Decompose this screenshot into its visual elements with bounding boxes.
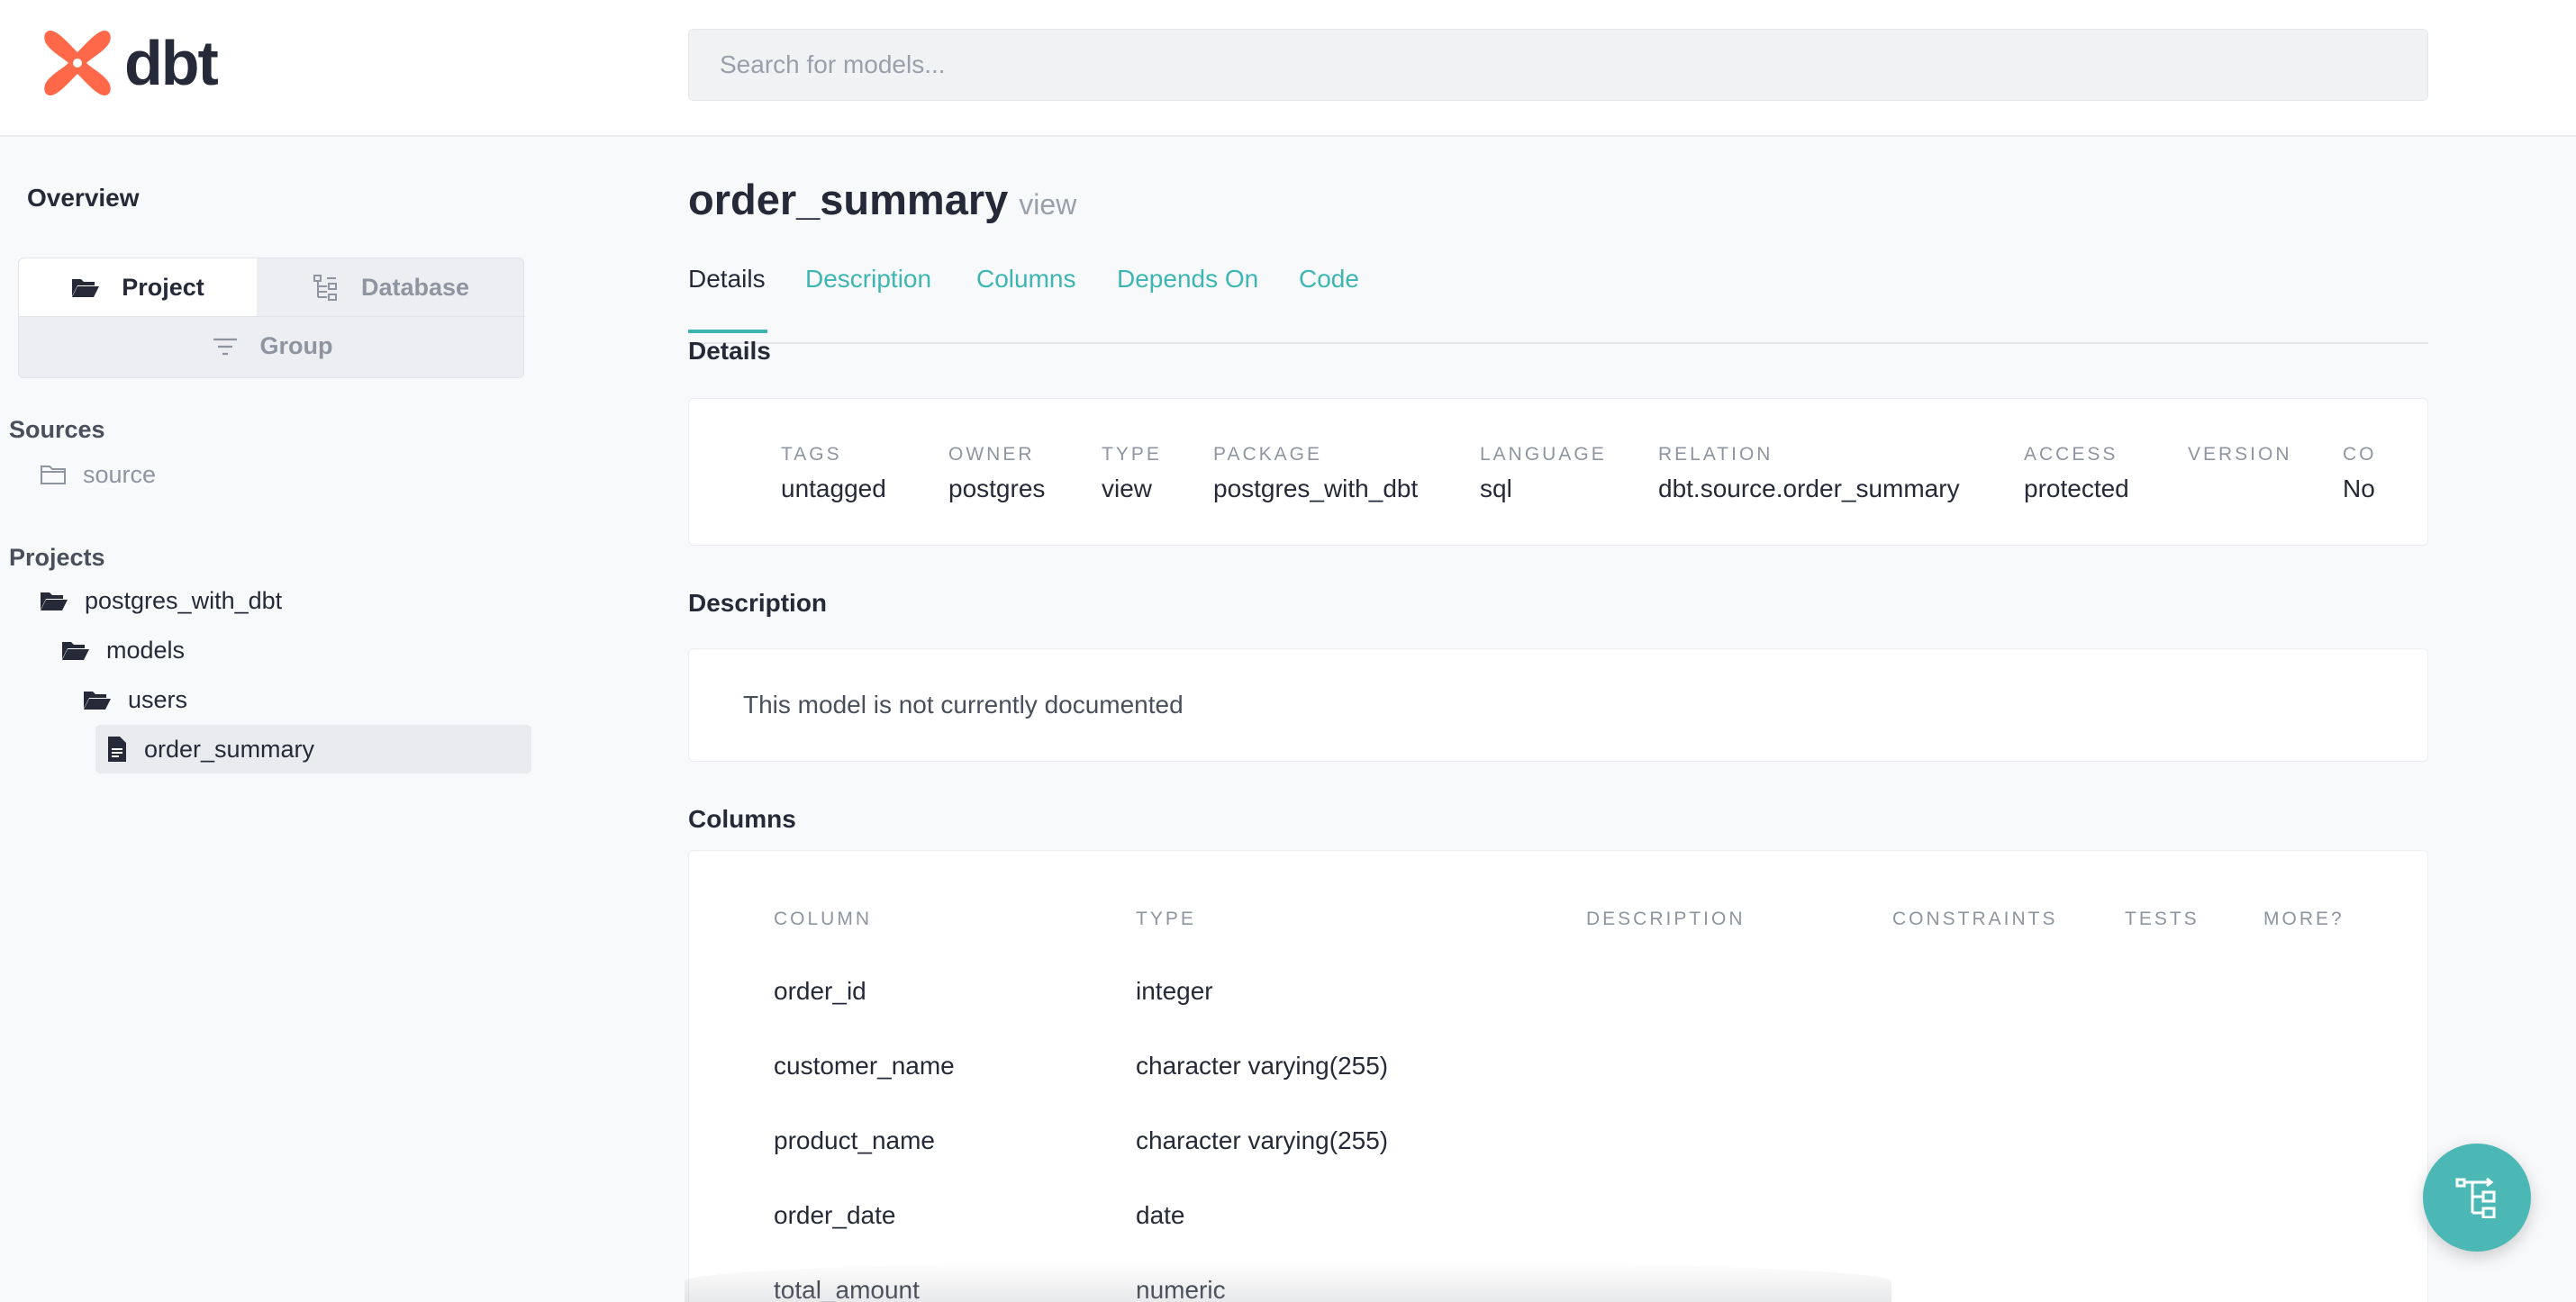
column-type: date (1136, 1201, 1185, 1229)
column-type: character varying(255) (1136, 1126, 1389, 1154)
type-label: TYPE (1102, 444, 1162, 465)
column-name: product_name (774, 1126, 936, 1154)
filter-lines-icon (213, 338, 237, 355)
package-label: PACKAGE (1213, 444, 1322, 465)
tab-code[interactable]: Code (1299, 265, 1359, 294)
tab-database[interactable]: Database (257, 258, 525, 316)
view-switcher: Project Database Group (18, 258, 525, 378)
column-header-constraints: CONSTRAINTS (1892, 909, 2058, 929)
top-header: dbt (0, 0, 2576, 137)
file-icon (108, 737, 126, 762)
tab-description[interactable]: Description (805, 265, 931, 294)
contract-value: No (2343, 475, 2375, 502)
column-name: order_date (774, 1201, 896, 1229)
details-heading: Details (688, 337, 771, 365)
version-label: VERSION (2188, 444, 2292, 465)
search-input[interactable] (688, 29, 2428, 101)
tab-details[interactable]: Details (688, 265, 766, 294)
tab-columns[interactable]: Columns (976, 265, 1075, 294)
dbt-logo[interactable]: dbt (41, 27, 219, 99)
database-tree-icon (313, 275, 337, 301)
relation-value: dbt.source.order_summary (1658, 475, 1960, 502)
projects-section-label: Projects (9, 544, 105, 571)
tab-database-label: Database (360, 273, 470, 301)
tags-label: TAGS (781, 444, 842, 465)
tree-item-source[interactable]: source (40, 450, 156, 499)
language-label: LANGUAGE (1480, 444, 1607, 465)
column-type: character varying(255) (1136, 1052, 1389, 1080)
lineage-graph-icon (2455, 1177, 2496, 1218)
language-value: sql (1480, 475, 1512, 502)
section-tabs (688, 263, 2428, 344)
tags-value: untagged (781, 475, 886, 502)
folder-open-icon (62, 642, 89, 660)
model-materialization: view (1019, 188, 1077, 221)
column-name: order_id (774, 977, 866, 1005)
active-tab-indicator (688, 330, 767, 333)
column-header-tests: TESTS (2125, 909, 2200, 929)
description-text: This model is not currently documented (743, 691, 1184, 719)
access-label: ACCESS (2024, 444, 2118, 465)
column-header-type: TYPE (1136, 909, 1196, 929)
description-card: This model is not currently documented (688, 648, 2428, 762)
owner-label: OWNER (948, 444, 1035, 465)
columns-card: COLUMN TYPE DESCRIPTION CONSTRAINTS TEST… (688, 850, 2428, 1302)
tab-group-label: Group (259, 332, 333, 359)
tree-item-postgres-with-dbt[interactable]: postgres_with_dbt (40, 576, 282, 625)
tab-depends-on[interactable]: Depends On (1117, 265, 1258, 294)
tree-item-label: source (83, 460, 157, 488)
tab-project[interactable]: Project (19, 258, 257, 316)
column-header-more: MORE? (2263, 909, 2345, 929)
page-title: order_summary (688, 176, 1009, 223)
description-heading: Description (688, 589, 828, 617)
package-value: postgres_with_dbt (1213, 475, 1419, 502)
tab-group[interactable]: Group (19, 316, 525, 375)
tree-item-label: postgres_with_dbt (85, 586, 283, 614)
sidebar-overview-link[interactable]: Overview (27, 184, 140, 212)
sidebar: Overview Project Database Group Sources … (0, 137, 540, 1302)
folder-open-icon (41, 592, 68, 610)
contract-label: CO (2343, 444, 2377, 465)
tree-item-order-summary[interactable]: order_summary (95, 725, 531, 773)
tree-item-users[interactable]: users (83, 675, 187, 724)
logo-text: dbt (124, 28, 219, 98)
column-header-column: COLUMN (774, 909, 873, 929)
details-card: TAGS untagged OWNER postgres TYPE view P… (688, 398, 2428, 546)
column-name: customer_name (774, 1052, 955, 1080)
relation-label: RELATION (1658, 444, 1773, 465)
type-value: view (1102, 475, 1153, 502)
sources-section-label: Sources (9, 416, 105, 443)
model-title-row: order_summary view (688, 175, 1076, 224)
tree-item-label: models (106, 636, 186, 664)
dbt-logo-icon (44, 31, 111, 95)
folder-outline-icon (41, 466, 66, 484)
access-value: protected (2024, 475, 2129, 502)
column-header-description: DESCRIPTION (1586, 909, 1746, 929)
tree-item-label: order_summary (144, 735, 315, 763)
owner-value: postgres (948, 475, 1046, 502)
column-type: integer (1136, 977, 1213, 1005)
folder-open-icon (72, 279, 100, 297)
columns-heading: Columns (688, 805, 796, 833)
tab-project-label: Project (122, 273, 204, 301)
tree-item-label: users (128, 685, 188, 713)
folder-open-icon (84, 692, 111, 710)
scroll-shadow (685, 1261, 1891, 1302)
lineage-graph-button[interactable] (2423, 1144, 2531, 1252)
tree-item-models[interactable]: models (61, 626, 185, 674)
